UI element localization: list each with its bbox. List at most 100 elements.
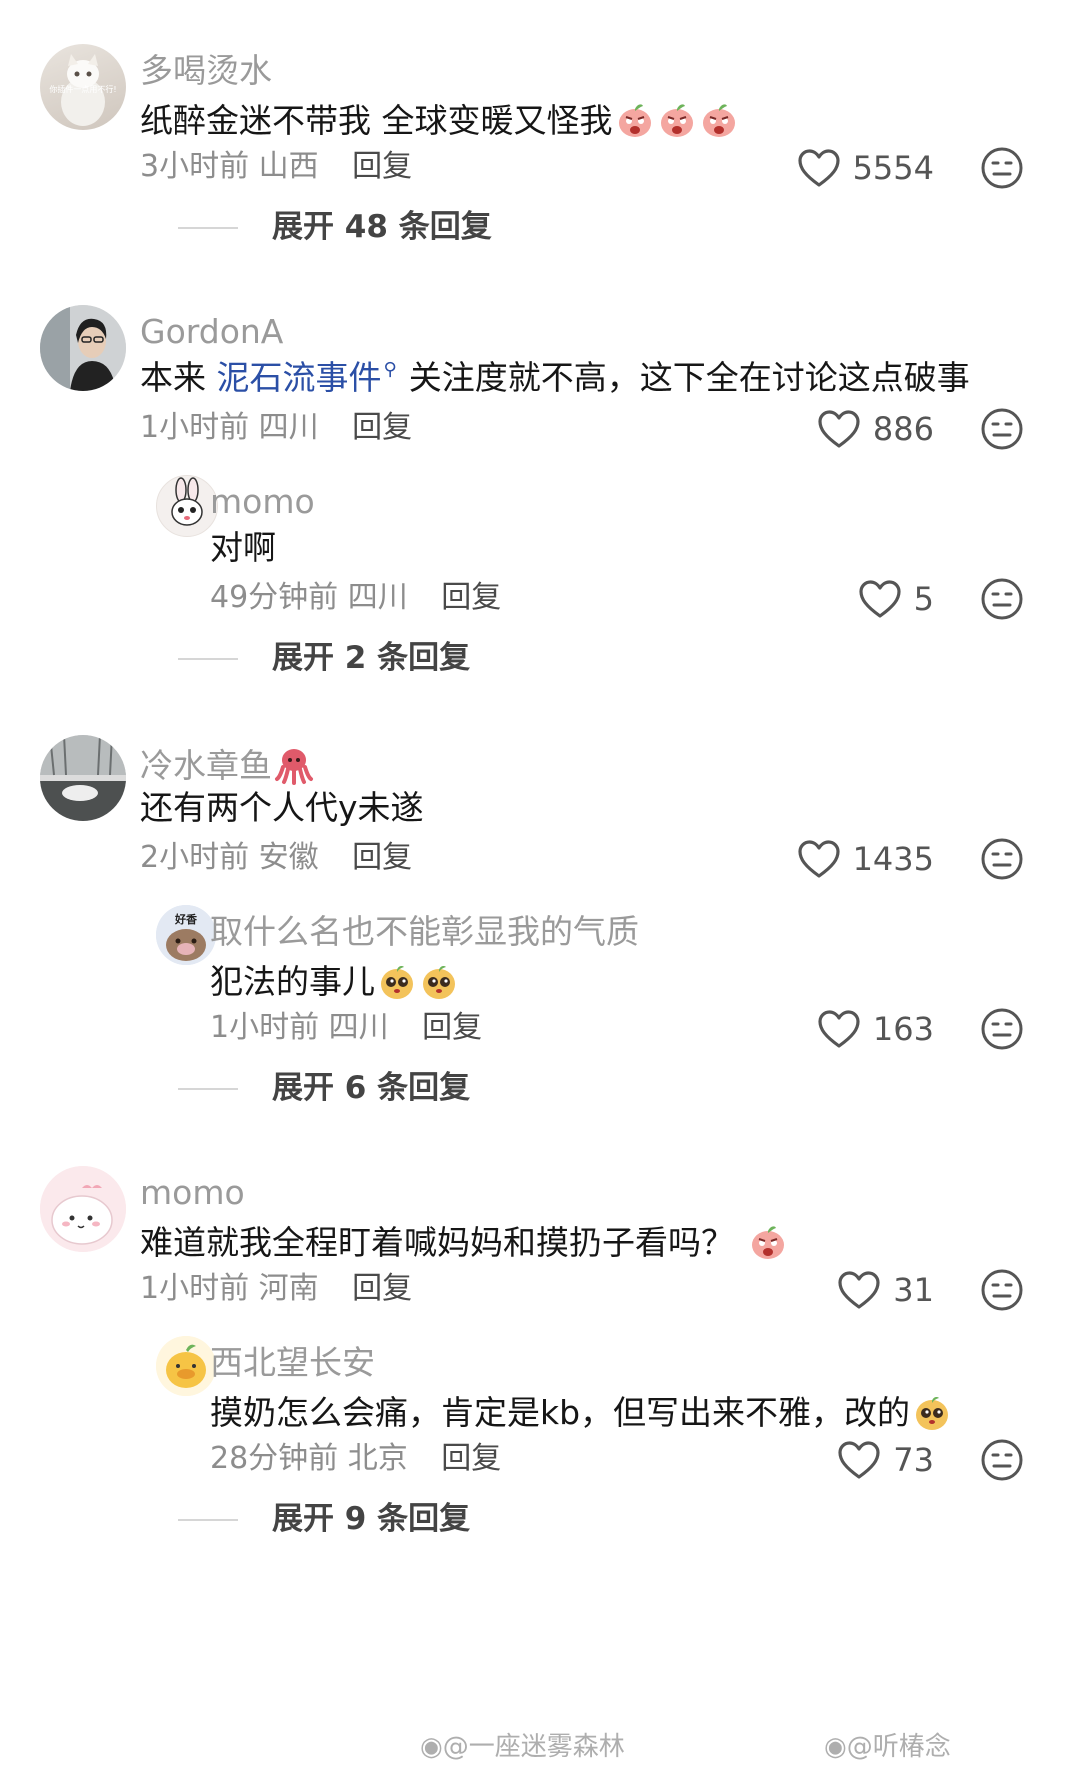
reply-avatar[interactable] [156, 475, 218, 537]
like-button[interactable]: 1435 [797, 839, 934, 879]
reply-button[interactable]: 回复 [422, 1010, 482, 1045]
expand-replies-button[interactable]: 展开 9 条回复 [178, 1504, 470, 1535]
reply-meta: 28分钟前 北京 回复 [210, 1444, 501, 1474]
like-button[interactable]: 73 [837, 1440, 934, 1480]
comment-meta: 2小时前 安徽 回复 [140, 843, 412, 873]
divider [178, 1518, 238, 1521]
reply-button[interactable]: 回复 [441, 1441, 501, 1476]
angry-peach-emoji [699, 100, 739, 140]
username[interactable]: momo [140, 1176, 245, 1209]
reply-avatar[interactable] [156, 1336, 216, 1396]
expand-replies-button[interactable]: 展开 2 条回复 [178, 643, 470, 674]
heart-outline-icon [797, 839, 841, 879]
meh-face-icon[interactable] [980, 1007, 1024, 1051]
reply-text-content: 摸奶怎么会痛，肯定是kb，但写出来不雅，改的 [210, 1393, 911, 1432]
reply-text-content: 犯法的事儿 [210, 962, 375, 1001]
expand-replies-label: 展开 2 条回复 [272, 640, 471, 676]
reply-button[interactable]: 回复 [441, 580, 501, 615]
watermark: ◉@一座迷雾森林 [420, 1726, 625, 1763]
comment-meta: 1小时前 河南 回复 [140, 1274, 412, 1304]
like-count: 5 [913, 580, 934, 618]
heart-outline-icon [817, 1009, 861, 1049]
username[interactable]: 多喝烫水 [140, 54, 272, 87]
meh-face-icon[interactable] [980, 577, 1024, 621]
username[interactable]: GordonA [140, 315, 283, 348]
reply-button[interactable]: 回复 [352, 410, 412, 445]
timestamp-location: 28分钟前 北京 [210, 1441, 408, 1476]
expand-replies-label: 展开 9 条回复 [272, 1501, 471, 1537]
avatar[interactable] [40, 735, 126, 821]
avatar-caption: 你插件一点用不行! [49, 85, 117, 94]
divider [178, 657, 238, 660]
timestamp-location: 49分钟前 四川 [210, 580, 408, 615]
avatar-caption: 好香 [175, 913, 197, 926]
comment-text: 难道就我全程盯着喊妈妈和摸扔子看吗？ [140, 1222, 788, 1262]
comment-text: 还有两个人代y未遂 [140, 788, 424, 827]
comment-text: 本来 泥石流事件 ⚲ 关注度就不高，这下全在讨论这点破事 [140, 358, 970, 397]
avatar[interactable]: 你插件一点用不行! [40, 44, 126, 130]
search-icon[interactable]: ⚲ [384, 359, 397, 380]
expand-replies-label: 展开 6 条回复 [272, 1070, 471, 1106]
reply-button[interactable]: 回复 [352, 1271, 412, 1306]
mango-face-emoji [419, 961, 459, 1001]
expand-replies-button[interactable]: 展开 48 条回复 [178, 212, 492, 243]
comment-text-content: 关注度就不高，这下全在讨论这点破事 [408, 358, 970, 397]
watermark-text: @一座迷雾森林 [442, 1732, 625, 1762]
reply-username[interactable]: 西北望长安 [210, 1346, 375, 1379]
meh-face-icon[interactable] [980, 146, 1024, 190]
watermark: ◉@听椿念 [824, 1726, 951, 1763]
meh-face-icon[interactable] [980, 1438, 1024, 1482]
comment-meta: 1小时前 四川 回复 [140, 413, 412, 443]
like-count: 1435 [852, 840, 934, 878]
comment-text-content: 纸醉金迷不带我 全球变暖又怪我 [140, 101, 613, 140]
heart-outline-icon [837, 1440, 881, 1480]
mango-face-emoji [912, 1392, 952, 1432]
like-button[interactable]: 163 [817, 1009, 934, 1049]
like-button[interactable]: 5554 [797, 148, 934, 188]
reply-button[interactable]: 回复 [352, 149, 412, 184]
angry-peach-emoji [615, 100, 655, 140]
username[interactable]: 冷水章鱼 [140, 745, 314, 785]
avatar[interactable] [40, 1166, 126, 1252]
like-button[interactable]: 31 [837, 1270, 934, 1310]
reply-username[interactable]: momo [210, 485, 315, 518]
timestamp-location: 1小时前 四川 [140, 410, 319, 445]
timestamp-location: 2小时前 安徽 [140, 840, 319, 875]
timestamp-location: 1小时前 河南 [140, 1271, 319, 1306]
weibo-logo: ◉ [824, 1732, 847, 1762]
like-count: 886 [872, 410, 934, 448]
weibo-logo: ◉ [420, 1732, 443, 1762]
reply-meta: 49分钟前 四川 回复 [210, 583, 501, 613]
comment-meta: 3小时前 山西 回复 [140, 152, 412, 182]
like-count: 5554 [852, 149, 934, 187]
divider [178, 1087, 238, 1090]
topic-link[interactable]: 泥石流事件 [217, 358, 382, 397]
reply-button[interactable]: 回复 [352, 840, 412, 875]
username-text: 冷水章鱼 [140, 746, 272, 785]
heart-outline-icon [817, 409, 861, 449]
watermark-text: @听椿念 [846, 1732, 951, 1762]
angry-peach-emoji [657, 100, 697, 140]
reply-meta: 1小时前 四川 回复 [210, 1013, 482, 1043]
reply-avatar[interactable]: 好香 [156, 905, 216, 965]
meh-face-icon[interactable] [980, 1268, 1024, 1312]
avatar[interactable] [40, 305, 126, 391]
meh-face-icon[interactable] [980, 407, 1024, 451]
heart-outline-icon [858, 579, 902, 619]
like-button[interactable]: 886 [817, 409, 934, 449]
mango-face-emoji [377, 961, 417, 1001]
reply-text: 犯法的事儿 [210, 961, 459, 1001]
like-count: 73 [893, 1441, 934, 1479]
comment-text-content: 本来 [140, 358, 217, 397]
heart-outline-icon [797, 148, 841, 188]
comment-text: 纸醉金迷不带我 全球变暖又怪我 [140, 100, 739, 140]
divider [178, 226, 238, 229]
reply-text: 摸奶怎么会痛，肯定是kb，但写出来不雅，改的 [210, 1392, 952, 1432]
meh-face-icon[interactable] [980, 837, 1024, 881]
reply-username[interactable]: 取什么名也不能彰显我的气质 [210, 915, 639, 948]
octopus-emoji [274, 745, 314, 785]
expand-replies-button[interactable]: 展开 6 条回复 [178, 1073, 470, 1104]
comment-text-content: 难道就我全程盯着喊妈妈和摸扔子看吗？ [140, 1223, 734, 1262]
timestamp-location: 1小时前 四川 [210, 1010, 389, 1045]
like-button[interactable]: 5 [858, 579, 934, 619]
